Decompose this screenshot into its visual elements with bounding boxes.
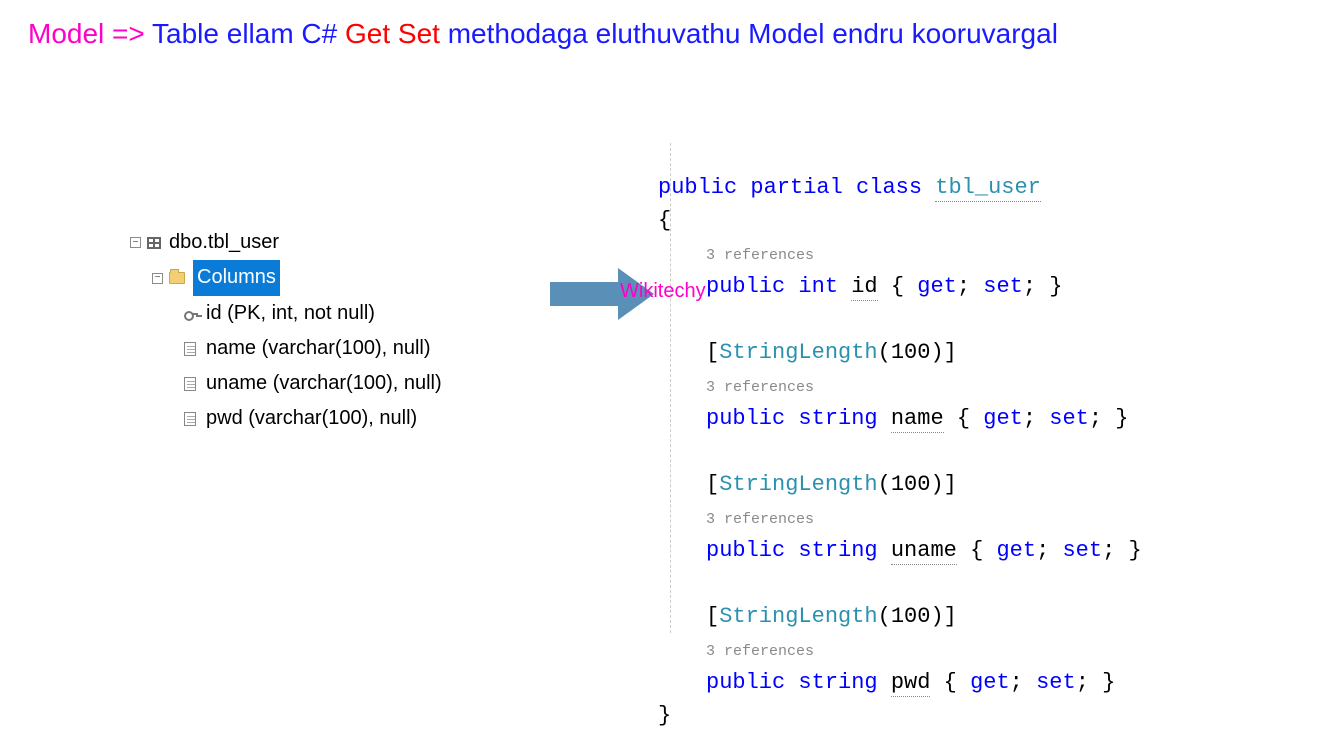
column-icon	[184, 412, 196, 426]
collapse-icon[interactable]: −	[152, 273, 163, 284]
object-explorer-tree: − dbo.tbl_user − Columns id (PK, int, no…	[130, 225, 442, 436]
codelens-references[interactable]: 3 references	[706, 643, 814, 660]
code-editor[interactable]: public partial class tbl_user { 3 refere…	[658, 105, 1142, 732]
code-line: [StringLength(100)]	[658, 340, 957, 365]
column-icon	[184, 377, 196, 391]
code-line: 3 references	[658, 241, 814, 266]
code-line: public string uname { get; set; }	[658, 538, 1142, 563]
folder-icon	[169, 272, 185, 284]
tree-column-name[interactable]: name (varchar(100), null)	[184, 331, 442, 366]
collapse-icon[interactable]: −	[130, 237, 141, 248]
heading-part1: Model =>	[28, 18, 145, 49]
codelens-references[interactable]: 3 references	[706, 379, 814, 396]
heading-part4: methodaga eluthuvathu Model endru kooruv…	[440, 18, 1058, 49]
codelens-references[interactable]: 3 references	[706, 247, 814, 264]
watermark-text: Wikitechy	[620, 280, 706, 303]
column-icon	[184, 342, 196, 356]
tree-node-columns[interactable]: − Columns	[152, 260, 442, 296]
tree-column-label: name (varchar(100), null)	[206, 331, 431, 366]
code-line: public int id { get; set; }	[658, 274, 1062, 299]
tree-node-table[interactable]: − dbo.tbl_user	[130, 225, 442, 260]
code-line: [StringLength(100)]	[658, 604, 957, 629]
tree-column-uname[interactable]: uname (varchar(100), null)	[184, 366, 442, 401]
tree-column-label: id (PK, int, not null)	[206, 296, 375, 331]
code-line: [StringLength(100)]	[658, 472, 957, 497]
code-line: public string pwd { get; set; }	[658, 670, 1115, 695]
tree-column-pwd[interactable]: pwd (varchar(100), null)	[184, 401, 442, 436]
heading-title: Model => Table ellam C# Get Set methodag…	[28, 18, 1058, 50]
table-icon	[147, 237, 161, 249]
code-line: 3 references	[658, 505, 814, 530]
heading-part3: Get Set	[345, 18, 440, 49]
heading-part2: Table ellam C#	[145, 18, 345, 49]
tree-column-label: uname (varchar(100), null)	[206, 366, 442, 401]
tree-table-label: dbo.tbl_user	[169, 225, 279, 260]
code-line: }	[658, 703, 671, 728]
indent-guideline	[670, 143, 671, 633]
code-line: 3 references	[658, 373, 814, 398]
tree-column-label: pwd (varchar(100), null)	[206, 401, 417, 436]
code-line: public partial class tbl_user	[658, 175, 1041, 202]
code-line: 3 references	[658, 637, 814, 662]
arrow-body	[550, 282, 618, 306]
tree-columns-label: Columns	[193, 260, 280, 296]
code-line: public string name { get; set; }	[658, 406, 1129, 431]
key-icon	[184, 309, 198, 319]
codelens-references[interactable]: 3 references	[706, 511, 814, 528]
tree-column-id[interactable]: id (PK, int, not null)	[184, 296, 442, 331]
